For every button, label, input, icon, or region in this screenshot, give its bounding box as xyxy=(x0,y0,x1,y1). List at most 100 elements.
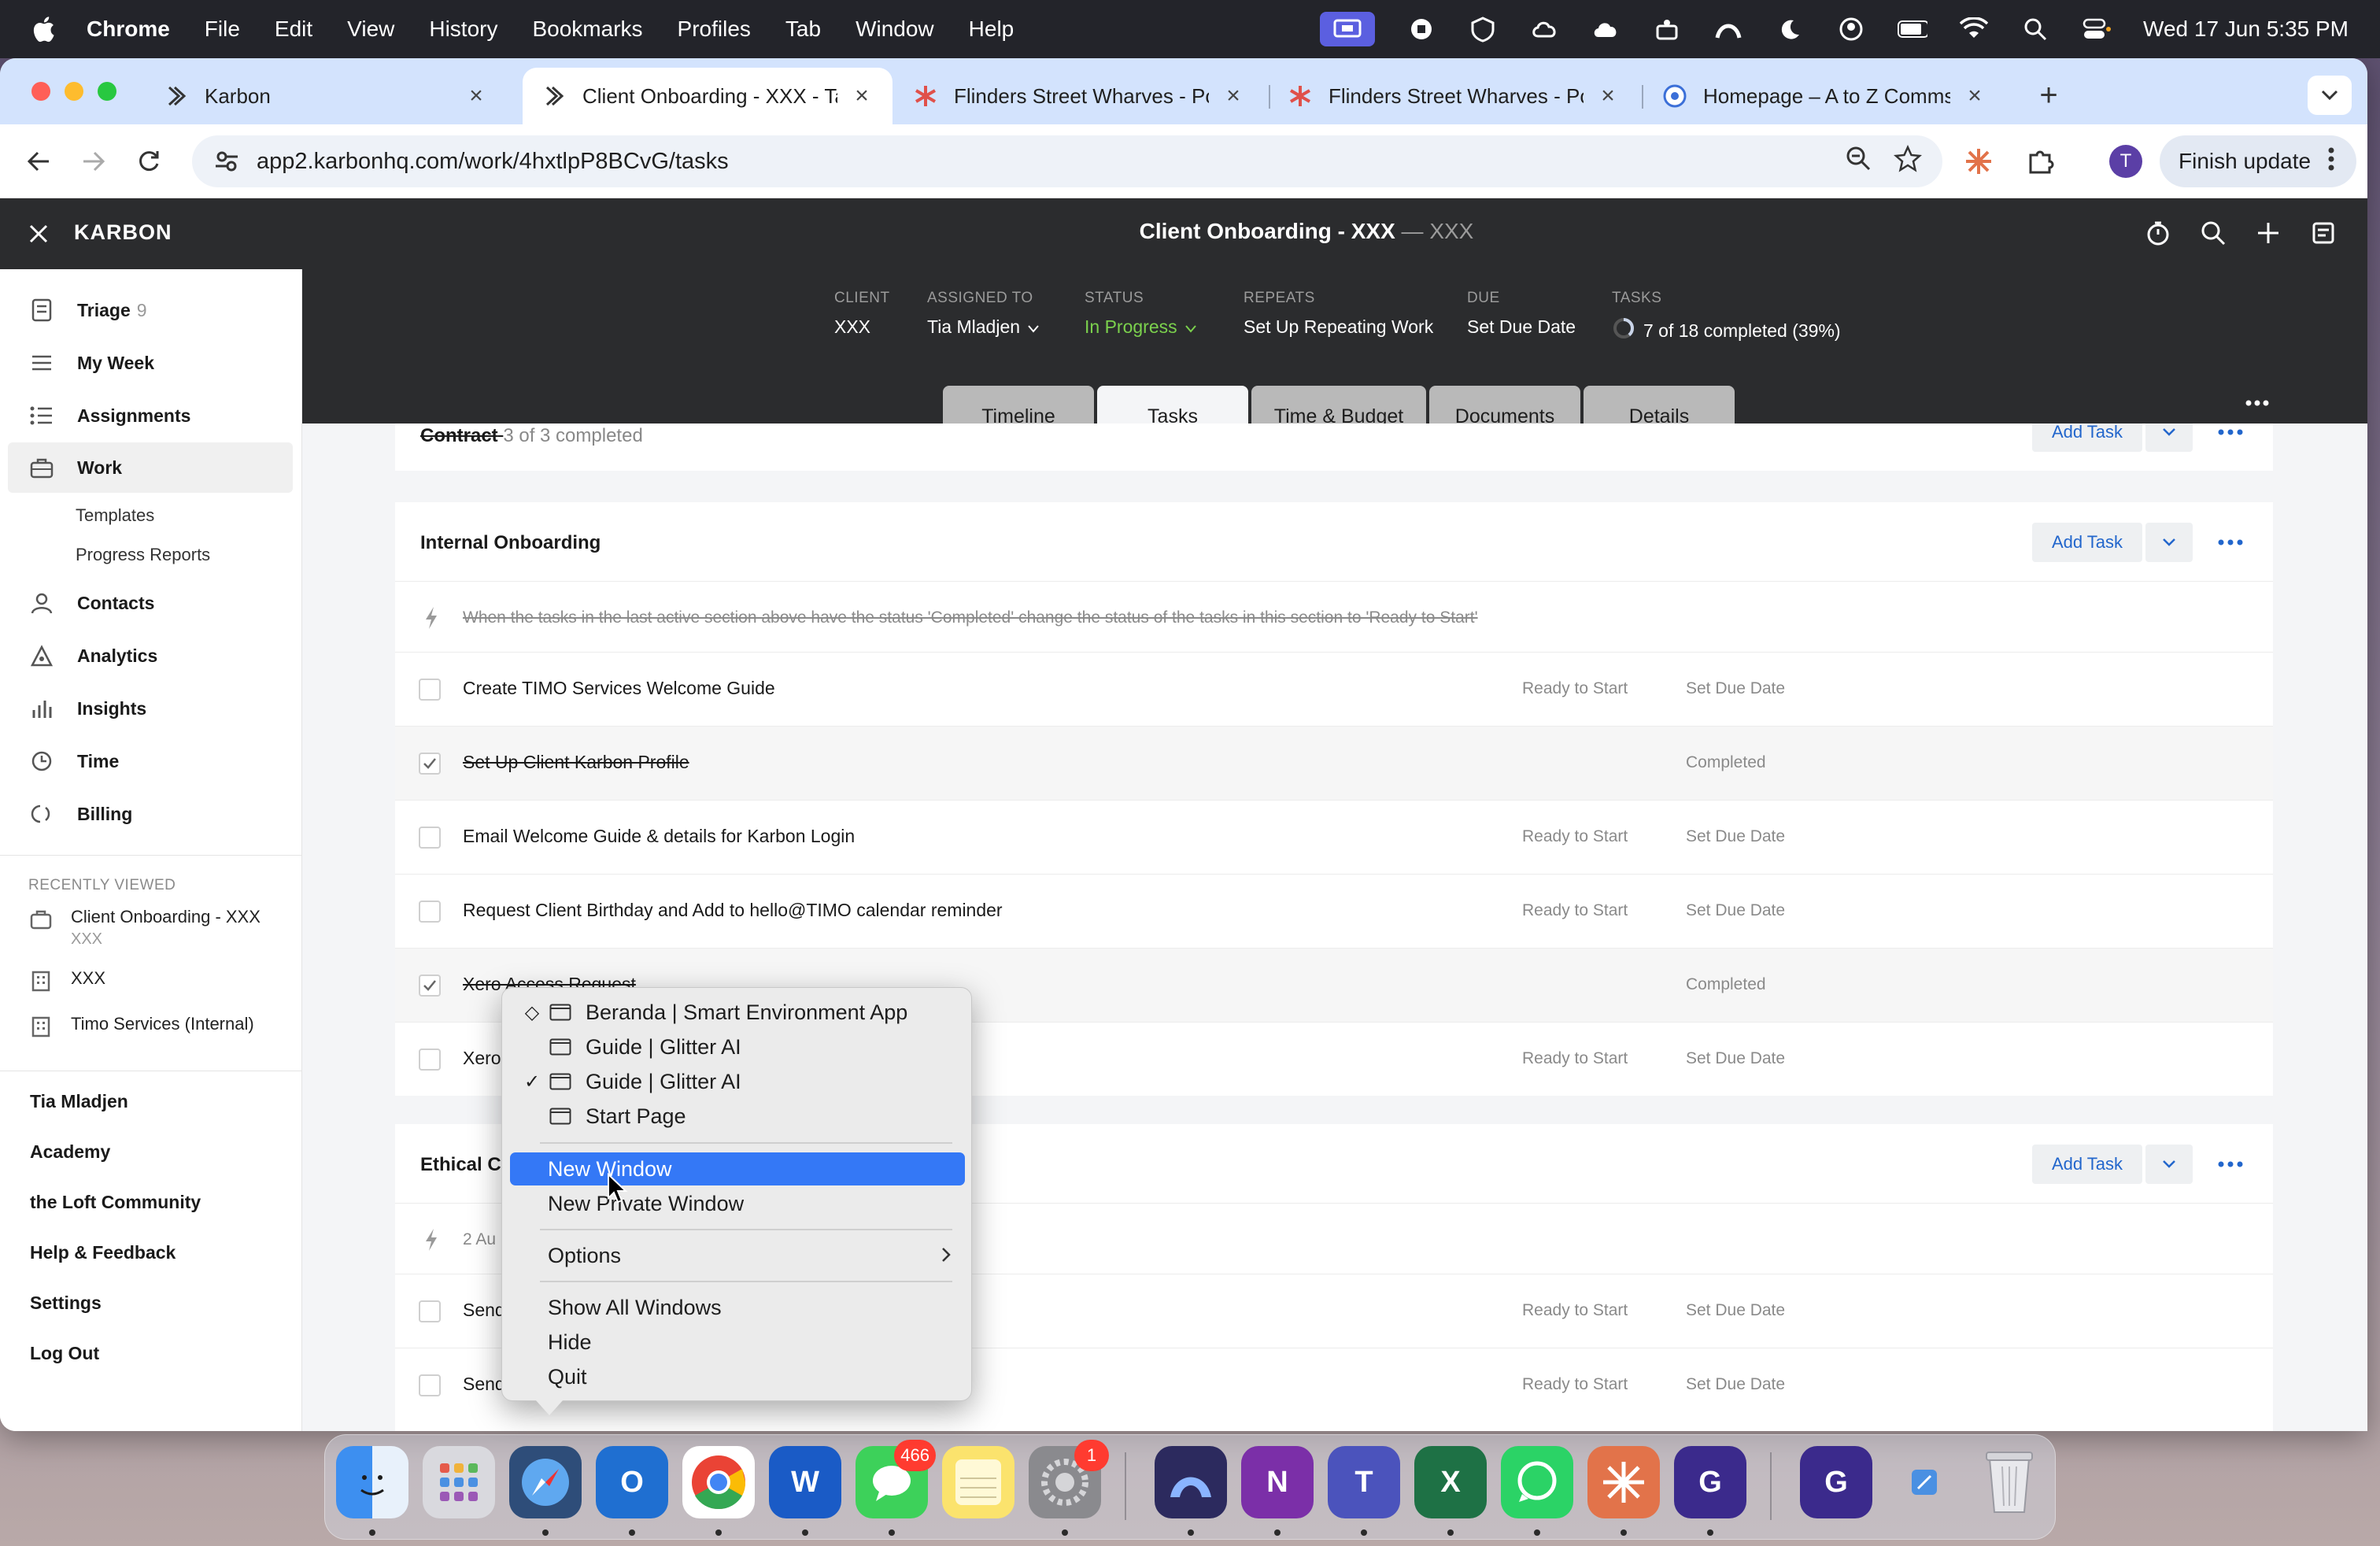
add-icon[interactable] xyxy=(2252,217,2284,249)
automation-row[interactable]: When the tasks in the last active sectio… xyxy=(395,581,2273,652)
address-bar[interactable]: app2.karbonhq.com/work/4hxtlpP8BCvG/task… xyxy=(192,135,1942,187)
sidebar-sub-templates[interactable]: Templates xyxy=(76,505,154,526)
claude-extension-icon[interactable] xyxy=(1964,137,1993,186)
notes-panel-icon[interactable] xyxy=(2308,217,2339,249)
menu-new-private-window[interactable]: New Private Window xyxy=(510,1187,965,1220)
forward-arrow-icon[interactable] xyxy=(76,143,112,179)
notes-icon[interactable] xyxy=(942,1446,1014,1518)
trash-icon[interactable] xyxy=(1973,1446,2046,1518)
chrome-icon[interactable] xyxy=(682,1446,755,1518)
task-status[interactable]: Ready to Start xyxy=(1522,1375,1628,1394)
profile-avatar[interactable]: T xyxy=(2109,145,2142,178)
close-tab-icon[interactable]: × xyxy=(1963,83,1986,109)
vpn-icon[interactable] xyxy=(1155,1446,1227,1518)
task-name[interactable]: Send xyxy=(463,1374,505,1395)
screen-share-icon[interactable] xyxy=(1320,12,1376,46)
client-value[interactable]: XXX xyxy=(834,316,890,338)
task-name[interactable]: Request Client Birthday and Add to hello… xyxy=(463,900,1003,921)
sidebar-item-work[interactable]: Work xyxy=(8,442,293,493)
menu-hide[interactable]: Hide xyxy=(510,1326,965,1359)
spotlight-search-icon[interactable] xyxy=(2020,14,2050,44)
close-tab-icon[interactable]: × xyxy=(1596,83,1620,109)
menu-window-item[interactable]: ✓ Guide | Glitter AI xyxy=(510,1065,965,1098)
task-status[interactable]: Ready to Start xyxy=(1522,1301,1628,1320)
more-horizontal-icon[interactable] xyxy=(2241,387,2273,419)
bookmark-star-icon[interactable] xyxy=(1893,144,1923,179)
task-checkbox[interactable] xyxy=(419,679,441,701)
task-name[interactable]: Send xyxy=(463,1300,505,1321)
menu-help[interactable]: Help xyxy=(969,17,1014,42)
new-tab-button[interactable]: + xyxy=(2029,76,2068,115)
recent-item[interactable]: Timo Services (Internal) xyxy=(28,1014,254,1039)
vpn-status-icon[interactable] xyxy=(1468,14,1498,44)
wifi-icon[interactable] xyxy=(1959,14,1989,44)
task-due[interactable]: Set Due Date xyxy=(1686,679,1785,698)
sidebar-item-analytics[interactable]: Analytics xyxy=(8,631,293,681)
glitter-icon[interactable]: G xyxy=(1674,1446,1746,1518)
menu-quit[interactable]: Quit xyxy=(510,1360,965,1393)
task-name[interactable]: Email Welcome Guide & details for Karbon… xyxy=(463,826,855,847)
sidebar-link-help[interactable]: Help & Feedback xyxy=(30,1242,176,1263)
menu-new-window[interactable]: New Window xyxy=(510,1152,965,1185)
close-tab-icon[interactable]: × xyxy=(464,83,488,109)
user-status-icon[interactable] xyxy=(1836,14,1866,44)
record-icon[interactable] xyxy=(1406,14,1436,44)
add-task-button[interactable]: Add Task xyxy=(2032,423,2142,452)
glitter-recent-icon[interactable]: G xyxy=(1800,1446,1872,1518)
sidebar-item-assignments[interactable]: Assignments xyxy=(8,390,293,441)
sidebar-item-billing[interactable]: Billing xyxy=(8,789,293,839)
task-status[interactable]: Ready to Start xyxy=(1522,1049,1628,1068)
menu-window-item[interactable]: Start Page xyxy=(510,1100,965,1133)
task-checkbox[interactable] xyxy=(419,1300,441,1322)
menu-tab[interactable]: Tab xyxy=(785,17,821,42)
sidebar-user-name[interactable]: Tia Mladjen xyxy=(30,1091,128,1112)
sidebar-link-settings[interactable]: Settings xyxy=(30,1293,102,1314)
recent-item[interactable]: Client Onboarding - XXX XXX xyxy=(28,907,261,949)
close-tab-icon[interactable]: × xyxy=(850,83,874,109)
task-row[interactable]: Request Client Birthday and Add to hello… xyxy=(395,874,2273,948)
word-icon[interactable]: W xyxy=(769,1446,841,1518)
task-name[interactable]: Create TIMO Services Welcome Guide xyxy=(463,678,775,699)
browser-tab[interactable]: Flinders Street Wharves - Pov × xyxy=(894,68,1264,124)
menubar-app-name[interactable]: Chrome xyxy=(87,17,170,42)
recent-item[interactable]: XXX xyxy=(28,968,105,993)
more-horizontal-icon[interactable] xyxy=(2207,523,2254,562)
task-checkbox[interactable] xyxy=(419,1374,441,1396)
extension-status-icon[interactable] xyxy=(1652,14,1682,44)
menu-window-item[interactable]: ◇ Beranda | Smart Environment App xyxy=(510,996,965,1029)
add-task-button[interactable]: Add Task xyxy=(2032,1145,2142,1184)
close-window-button[interactable] xyxy=(31,82,50,101)
battery-icon[interactable] xyxy=(1898,14,1928,44)
sidebar-item-triage[interactable]: Triage 9 xyxy=(8,285,293,335)
browser-tab[interactable]: Homepage – A to Z Comms & × xyxy=(1643,68,2005,124)
messages-icon[interactable]: 466 xyxy=(856,1440,936,1518)
moon-icon[interactable] xyxy=(1775,14,1805,44)
sidebar-item-contacts[interactable]: Contacts xyxy=(8,578,293,628)
task-due[interactable]: Set Due Date xyxy=(1686,1301,1785,1320)
task-checkbox[interactable] xyxy=(419,753,441,775)
whatsapp-icon[interactable] xyxy=(1501,1446,1573,1518)
task-checkbox[interactable] xyxy=(419,901,441,923)
zoom-window-button[interactable] xyxy=(98,82,116,101)
menu-edit[interactable]: Edit xyxy=(275,17,312,42)
finish-update-button[interactable]: Finish update xyxy=(2160,135,2356,187)
browser-tab[interactable]: Karbon × xyxy=(145,68,507,124)
back-arrow-icon[interactable] xyxy=(20,143,57,179)
cloud-icon[interactable] xyxy=(1591,14,1621,44)
task-checkbox[interactable] xyxy=(419,975,441,997)
status-dropdown[interactable]: In Progress xyxy=(1085,316,1196,338)
extensions-puzzle-icon[interactable] xyxy=(2026,137,2054,186)
timer-icon[interactable] xyxy=(2142,217,2174,249)
menu-history[interactable]: History xyxy=(429,17,497,42)
browser-tab-active[interactable]: Client Onboarding - XXX - Ta × xyxy=(523,68,893,124)
zoom-icon[interactable] xyxy=(1845,145,1872,178)
search-icon[interactable] xyxy=(2197,217,2229,249)
reload-icon[interactable] xyxy=(131,143,167,179)
menu-window-item[interactable]: Guide | Glitter AI xyxy=(510,1030,965,1063)
sidebar-link-logout[interactable]: Log Out xyxy=(30,1343,99,1364)
task-checkbox[interactable] xyxy=(419,1049,441,1071)
menu-bookmarks[interactable]: Bookmarks xyxy=(532,17,642,42)
task-due[interactable]: Set Due Date xyxy=(1686,1049,1785,1068)
apple-menu-icon[interactable] xyxy=(31,13,58,45)
browser-tab[interactable]: Flinders Street Wharves - Pov × xyxy=(1269,68,1639,124)
